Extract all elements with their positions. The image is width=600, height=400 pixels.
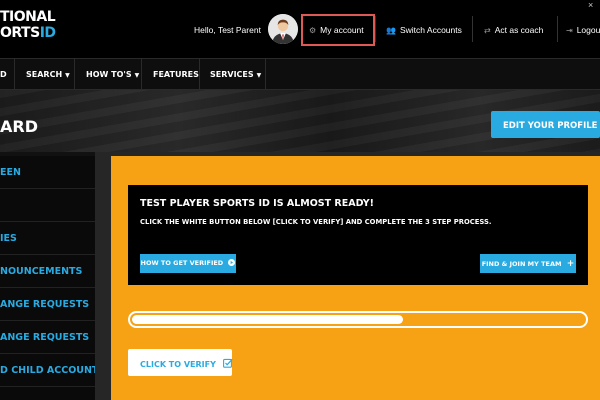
divider: [141, 59, 142, 91]
verification-banner: TEST PLAYER SPORTS ID IS ALMOST READY! C…: [128, 185, 588, 285]
chevron-down-icon: ▼: [134, 72, 140, 79]
divider: [557, 16, 558, 42]
nav-item-dashboard[interactable]: D: [0, 70, 7, 79]
play-circle-icon: [228, 259, 236, 266]
progress-label: 60% DONE: [338, 316, 378, 324]
nav-item-how-tos[interactable]: HOW TO'S ▼: [86, 70, 139, 79]
divider: [265, 59, 266, 91]
divider: [199, 59, 200, 91]
logout-icon: ⇥: [566, 26, 573, 35]
gear-icon: ⚙: [309, 26, 317, 35]
sidebar-item-activities[interactable]: IES: [0, 222, 95, 255]
divider: [74, 59, 75, 91]
swap-arrows-icon: ⇄: [484, 26, 491, 35]
click-to-verify-button[interactable]: CLICK TO VERIFY: [128, 349, 233, 376]
avatar[interactable]: [268, 14, 298, 44]
find-join-team-button[interactable]: FIND & JOIN MY TEAM +: [480, 254, 576, 273]
logo[interactable]: TIONAL ORTSID: [0, 9, 60, 41]
chevron-down-icon: ▼: [256, 72, 262, 79]
top-bar: TIONAL ORTSID Hello, Test Parent ⚙ My acc…: [0, 0, 600, 58]
close-icon[interactable]: ×: [588, 0, 593, 10]
banner-subtitle: CLICK THE WHITE BUTTON BELOW [CLICK TO V…: [140, 218, 492, 226]
nav-item-search[interactable]: SEARCH ▼: [26, 70, 70, 79]
sidebar-item-add-child-account[interactable]: D CHILD ACCOUNT: [0, 354, 95, 387]
nav-item-services[interactable]: SERVICES ▼: [210, 70, 261, 79]
nav-item-features[interactable]: FEATURES: [153, 70, 199, 79]
divider: [375, 16, 376, 42]
sidebar-item-change-requests-2[interactable]: ANGE REQUESTS: [0, 321, 95, 354]
greeting-text: Hello, Test Parent: [194, 25, 261, 35]
sidebar-item-announcements[interactable]: NOUNCEMENTS: [0, 255, 95, 288]
sidebar-item-screen[interactable]: EEN: [0, 156, 95, 189]
page-title: ARD: [0, 117, 38, 136]
user-avatar-icon: [268, 14, 298, 44]
logout-link[interactable]: ⇥ Logou: [566, 25, 600, 35]
sidebar-item-change-requests-1[interactable]: ANGE REQUESTS: [0, 288, 95, 321]
logo-line-2: ORTSID: [0, 25, 56, 41]
divider: [472, 16, 473, 42]
edit-profile-button[interactable]: EDIT YOUR PROFILE: [491, 111, 600, 138]
act-as-coach-link[interactable]: ⇄ Act as coach: [484, 25, 543, 35]
switch-accounts-link[interactable]: 👥 Switch Accounts: [386, 25, 462, 35]
sidebar-item-blank[interactable]: [0, 189, 95, 222]
checkbox-edit-icon: [222, 358, 233, 368]
logo-line-1: TIONAL: [0, 9, 56, 25]
plus-icon: +: [566, 259, 575, 269]
progress-bar: 60% DONE: [128, 311, 588, 328]
banner-title: TEST PLAYER SPORTS ID IS ALMOST READY!: [140, 198, 374, 209]
users-icon: 👥: [386, 26, 396, 35]
divider: [14, 59, 15, 91]
how-to-get-verified-button[interactable]: HOW TO GET VERIFIED: [140, 254, 236, 273]
main-nav: D SEARCH ▼ HOW TO'S ▼ FEATURES SERVICES ▼: [0, 58, 600, 91]
sidebar: EEN IES NOUNCEMENTS ANGE REQUESTS ANGE R…: [0, 156, 95, 400]
my-account-link[interactable]: ⚙ My account: [309, 25, 364, 35]
chevron-down-icon: ▼: [65, 72, 70, 79]
